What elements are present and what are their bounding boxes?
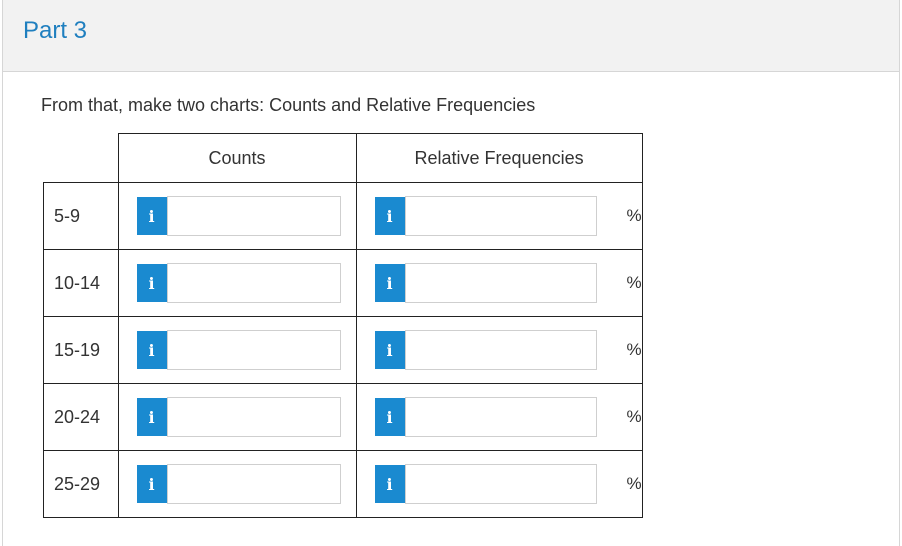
percent-unit: % <box>626 206 642 225</box>
info-icon[interactable]: i <box>374 398 405 436</box>
column-header-counts: Counts <box>117 133 357 183</box>
counts-cell: i <box>117 316 357 384</box>
row-label: 25-29 <box>43 450 119 518</box>
table-row: 10-14 i i % <box>43 249 643 317</box>
info-icon[interactable]: i <box>374 465 405 503</box>
count-input[interactable] <box>166 196 341 236</box>
table-row: 20-24 i i % <box>43 383 643 451</box>
table-row: 25-29 i i % <box>43 450 643 518</box>
row-label: 10-14 <box>43 249 119 317</box>
percent-unit: % <box>626 273 642 292</box>
column-header-relative-frequencies: Relative Frequencies <box>355 133 643 183</box>
relative-frequency-input[interactable] <box>404 464 597 504</box>
frequency-table: Counts Relative Frequencies 5-9 i i % 10… <box>43 133 643 518</box>
count-input[interactable] <box>166 330 341 370</box>
percent-unit: % <box>626 340 642 359</box>
table-row: 5-9 i i % <box>43 182 643 250</box>
question-panel: Part 3 From that, make two charts: Count… <box>2 0 900 546</box>
counts-cell: i <box>117 450 357 518</box>
row-label: 15-19 <box>43 316 119 384</box>
relative-frequency-cell: i % <box>355 249 643 317</box>
instruction-text: From that, make two charts: Counts and R… <box>41 95 536 115</box>
relative-frequency-input[interactable] <box>404 196 597 236</box>
relative-frequency-cell: i % <box>355 383 643 451</box>
count-input[interactable] <box>166 464 341 504</box>
part-header: Part 3 <box>3 0 899 72</box>
info-icon[interactable]: i <box>374 331 405 369</box>
relative-frequency-input[interactable] <box>404 263 597 303</box>
relative-frequency-input[interactable] <box>404 397 597 437</box>
percent-unit: % <box>626 474 642 493</box>
relative-frequency-input[interactable] <box>404 330 597 370</box>
count-input[interactable] <box>166 263 341 303</box>
percent-unit: % <box>626 407 642 426</box>
info-icon[interactable]: i <box>136 398 167 436</box>
counts-cell: i <box>117 182 357 250</box>
table-row: 15-19 i i % <box>43 316 643 384</box>
relative-frequency-cell: i % <box>355 316 643 384</box>
relative-frequency-cell: i % <box>355 182 643 250</box>
row-label: 20-24 <box>43 383 119 451</box>
counts-cell: i <box>117 383 357 451</box>
info-icon[interactable]: i <box>136 465 167 503</box>
info-icon[interactable]: i <box>136 197 167 235</box>
info-icon[interactable]: i <box>136 331 167 369</box>
part-title: Part 3 <box>23 17 88 44</box>
relative-frequency-cell: i % <box>355 450 643 518</box>
count-input[interactable] <box>166 397 341 437</box>
info-icon[interactable]: i <box>374 197 405 235</box>
counts-cell: i <box>117 249 357 317</box>
row-label: 5-9 <box>43 182 119 250</box>
info-icon[interactable]: i <box>136 264 167 302</box>
info-icon[interactable]: i <box>374 264 405 302</box>
corner-cell <box>44 134 119 183</box>
